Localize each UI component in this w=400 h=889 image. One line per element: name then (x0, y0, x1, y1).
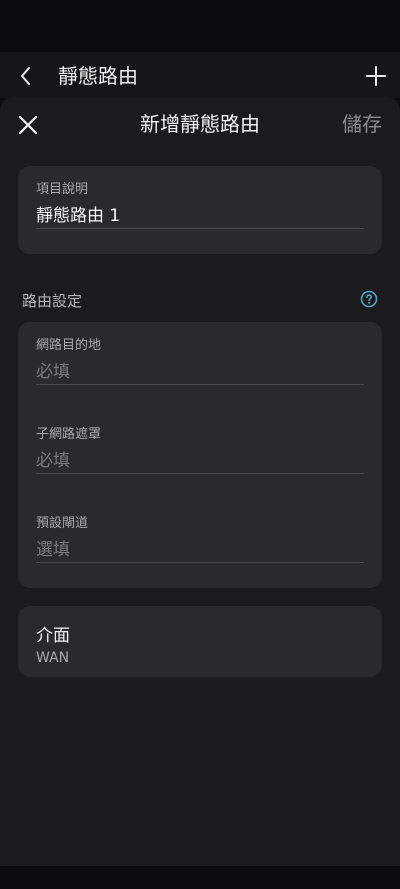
description-card: 項目說明 靜態路由 1 (18, 166, 382, 254)
interface-selector[interactable]: 介面 WAN (18, 606, 382, 677)
plus-icon[interactable] (364, 64, 388, 88)
sheet-title: 新增靜態路由 (140, 112, 260, 136)
background-page-title: 靜態路由 (58, 64, 138, 88)
description-label: 項目說明 (36, 182, 89, 197)
gateway-label: 預設閘道 (36, 516, 89, 531)
interface-title: 介面 (36, 626, 70, 646)
route-settings-heading: 路由設定 (22, 292, 83, 310)
destination-input[interactable]: 必填 (36, 357, 70, 382)
destination-underline (36, 384, 364, 385)
navigation-bar (0, 866, 400, 889)
subnet-mask-underline (36, 473, 364, 474)
save-button[interactable]: 儲存 (342, 110, 382, 138)
description-underline (36, 228, 364, 229)
question-circle-icon[interactable] (360, 290, 378, 308)
destination-label: 網路目的地 (36, 338, 102, 353)
subnet-mask-label: 子網路遮罩 (36, 427, 102, 442)
chevron-left-icon[interactable] (14, 64, 38, 88)
description-input[interactable]: 靜態路由 1 (36, 201, 120, 226)
status-bar (0, 0, 400, 48)
route-settings-card: 網路目的地 必填 子網路遮罩 必填 預設閘道 選填 (18, 322, 382, 588)
gateway-underline (36, 562, 364, 563)
gateway-input[interactable]: 選填 (36, 535, 70, 560)
subnet-mask-input[interactable]: 必填 (36, 446, 70, 471)
interface-value: WAN (36, 650, 70, 666)
